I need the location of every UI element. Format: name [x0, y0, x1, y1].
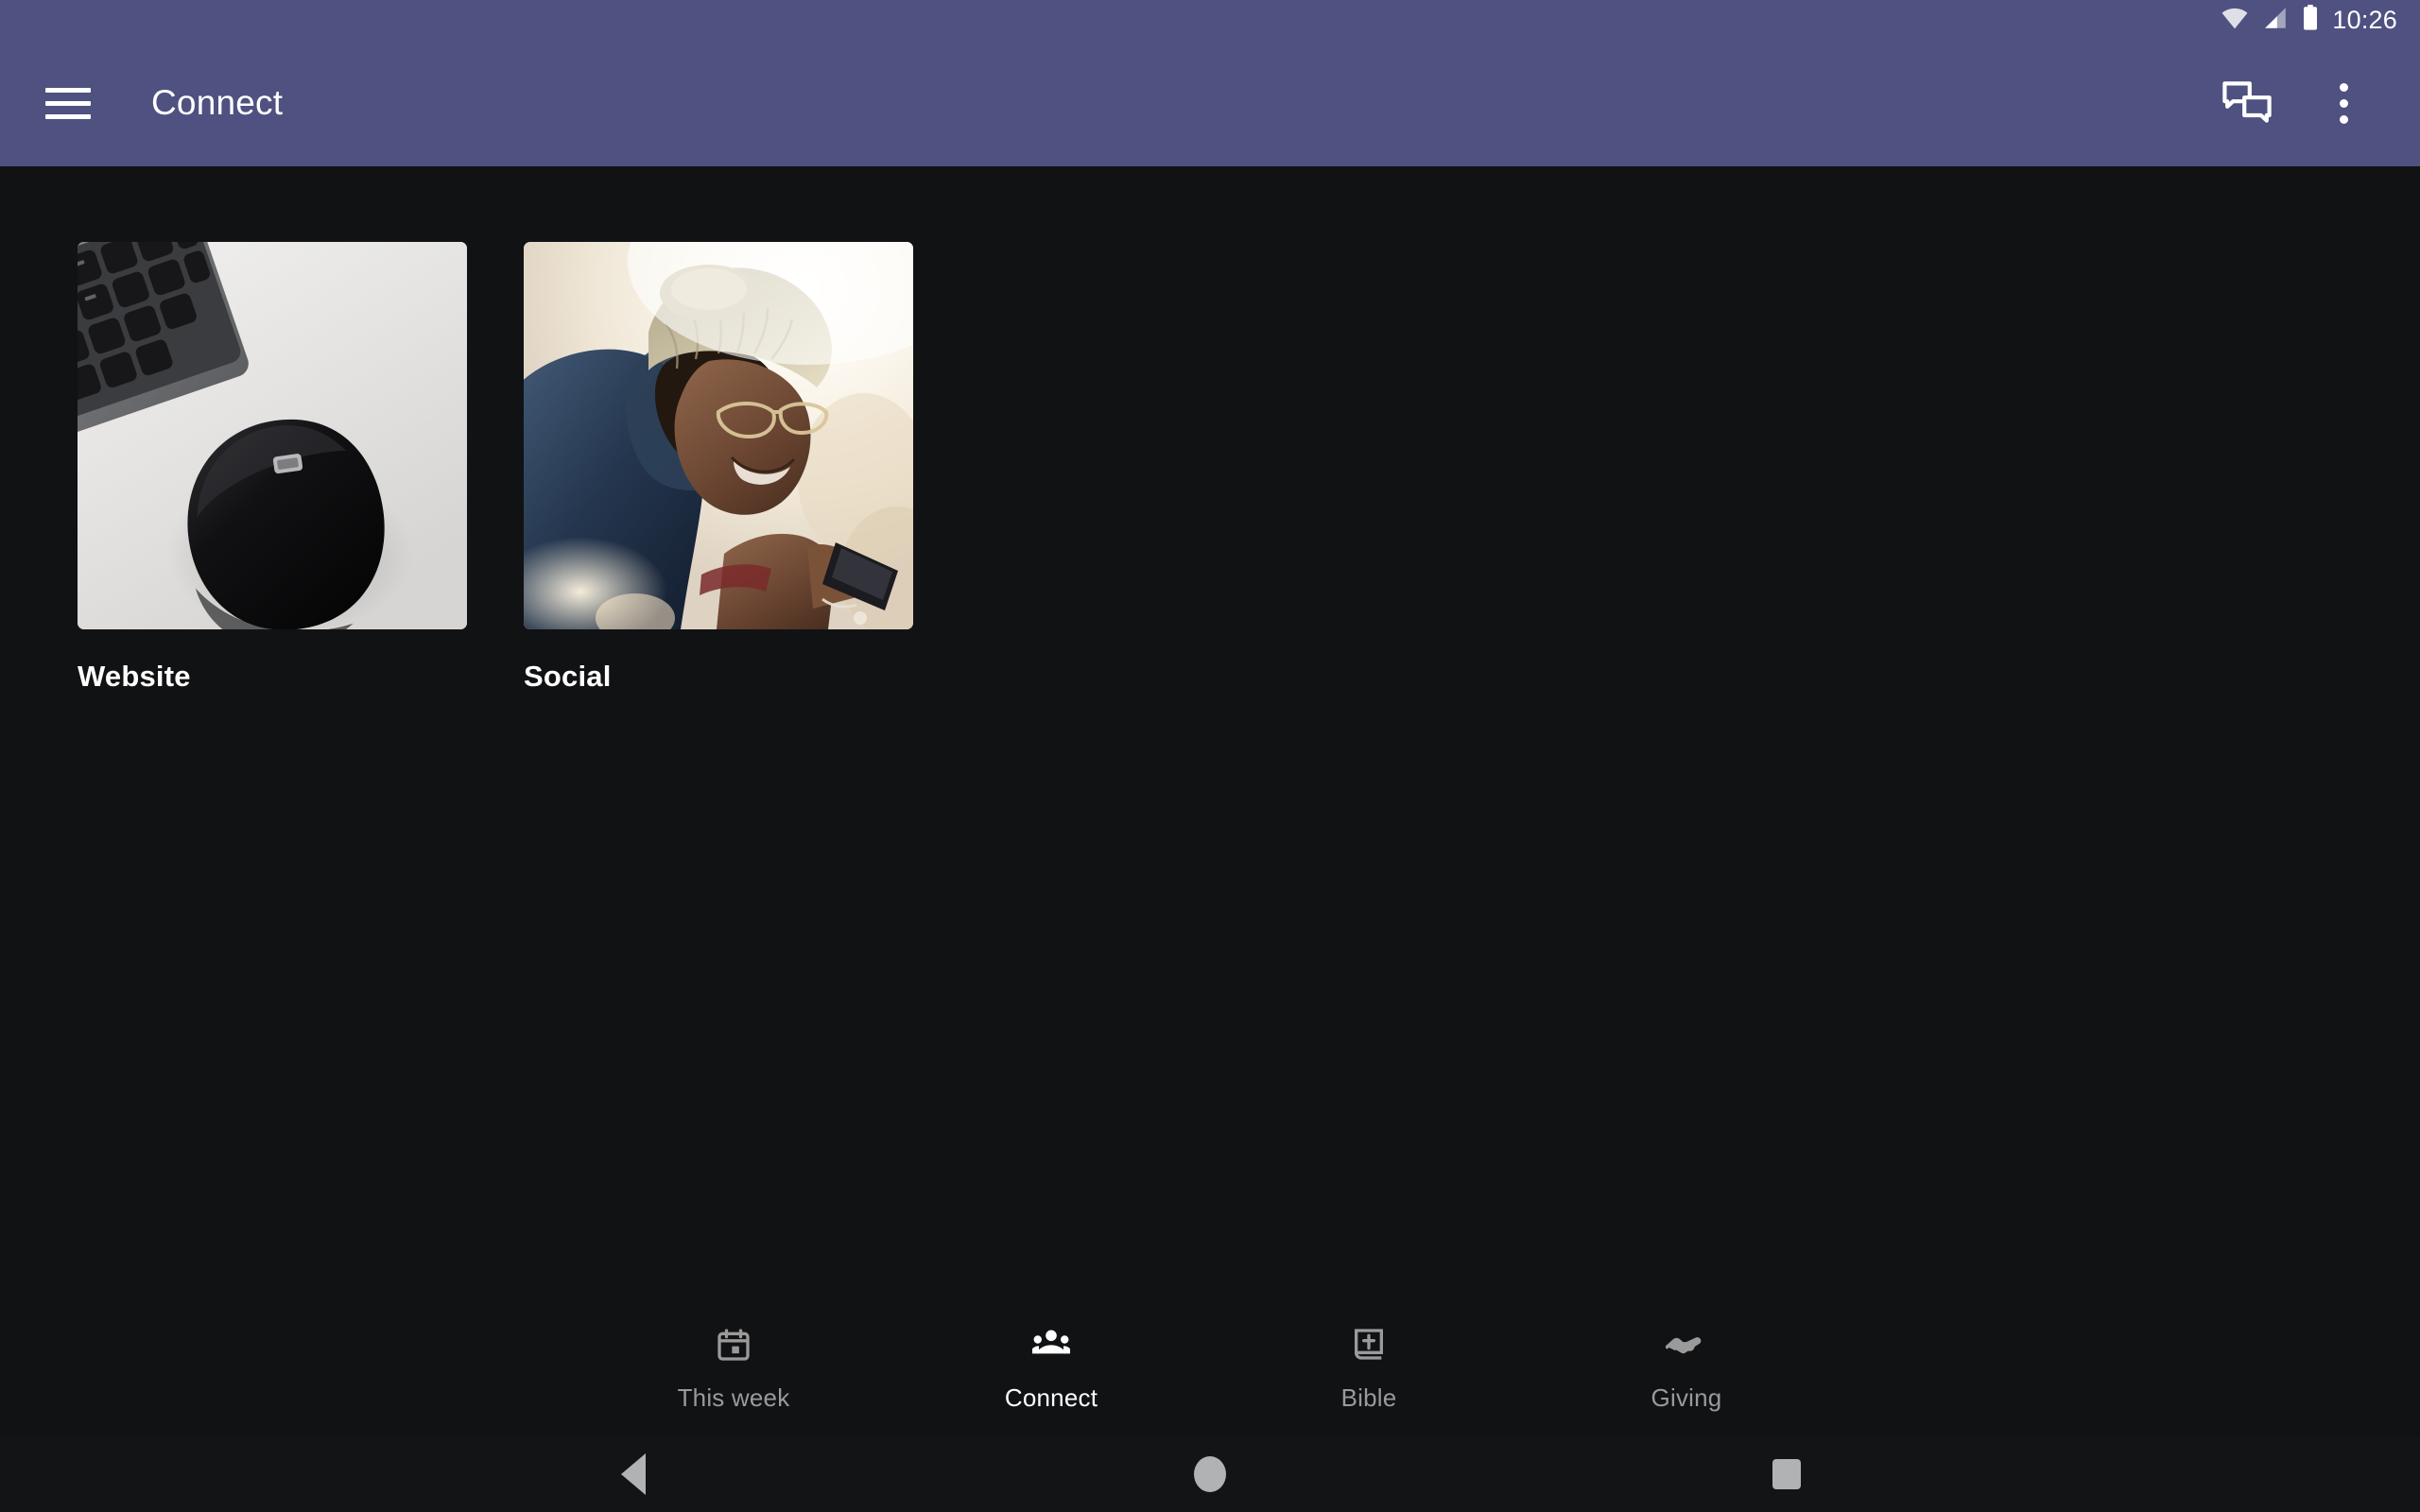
- bottom-nav-label: Connect: [1004, 1383, 1098, 1412]
- app-screen: 10:26 Connect Website Social This week C…: [0, 0, 2420, 1512]
- home-circle-icon[interactable]: [1158, 1441, 1262, 1507]
- card-label: Social: [524, 660, 612, 693]
- status-bar: 10:26: [0, 0, 2420, 40]
- battery-icon: [2302, 4, 2319, 36]
- status-bar-clock: 10:26: [2332, 5, 2397, 34]
- app-bar-actions: [2206, 62, 2420, 144]
- bottom-nav-item-giving[interactable]: Giving: [1528, 1319, 1845, 1413]
- hamburger-menu-icon[interactable]: [23, 58, 113, 148]
- bottom-nav-item-bible[interactable]: Bible: [1210, 1319, 1528, 1413]
- page-title: Connect: [151, 83, 284, 122]
- calendar-icon: [715, 1319, 752, 1370]
- connect-card-grid: Website Social: [78, 242, 913, 694]
- wifi-icon: [2221, 7, 2249, 34]
- connect-card-social[interactable]: Social: [524, 242, 913, 694]
- connect-card-website[interactable]: Website: [78, 242, 467, 694]
- status-bar-icons: [2221, 4, 2319, 36]
- bottom-nav-items: This week Connect Bible Giving: [575, 1319, 1845, 1413]
- cell-signal-icon: [2262, 7, 2289, 34]
- forum-icon[interactable]: [2206, 62, 2288, 144]
- bottom-nav-item-this-week[interactable]: This week: [575, 1319, 892, 1413]
- bottom-nav-label: Giving: [1651, 1383, 1722, 1412]
- android-system-nav: [0, 1436, 2420, 1512]
- book-cross-icon: [1351, 1319, 1387, 1370]
- card-label: Website: [78, 660, 191, 693]
- hand-heart-icon: [1666, 1319, 1707, 1370]
- bottom-nav-label: Bible: [1340, 1383, 1397, 1412]
- groups-icon: [1031, 1319, 1071, 1370]
- website-card-thumbnail: [78, 242, 467, 629]
- bottom-nav-label: This week: [677, 1383, 790, 1412]
- bottom-navigation-bar: This week Connect Bible Giving: [0, 1295, 2420, 1436]
- recents-square-icon[interactable]: [1735, 1441, 1839, 1507]
- app-bar: Connect: [0, 40, 2420, 166]
- back-triangle-icon[interactable]: [581, 1441, 685, 1507]
- overflow-menu-icon[interactable]: [2303, 62, 2384, 144]
- bottom-nav-item-connect[interactable]: Connect: [892, 1319, 1210, 1413]
- social-card-thumbnail: [524, 242, 913, 629]
